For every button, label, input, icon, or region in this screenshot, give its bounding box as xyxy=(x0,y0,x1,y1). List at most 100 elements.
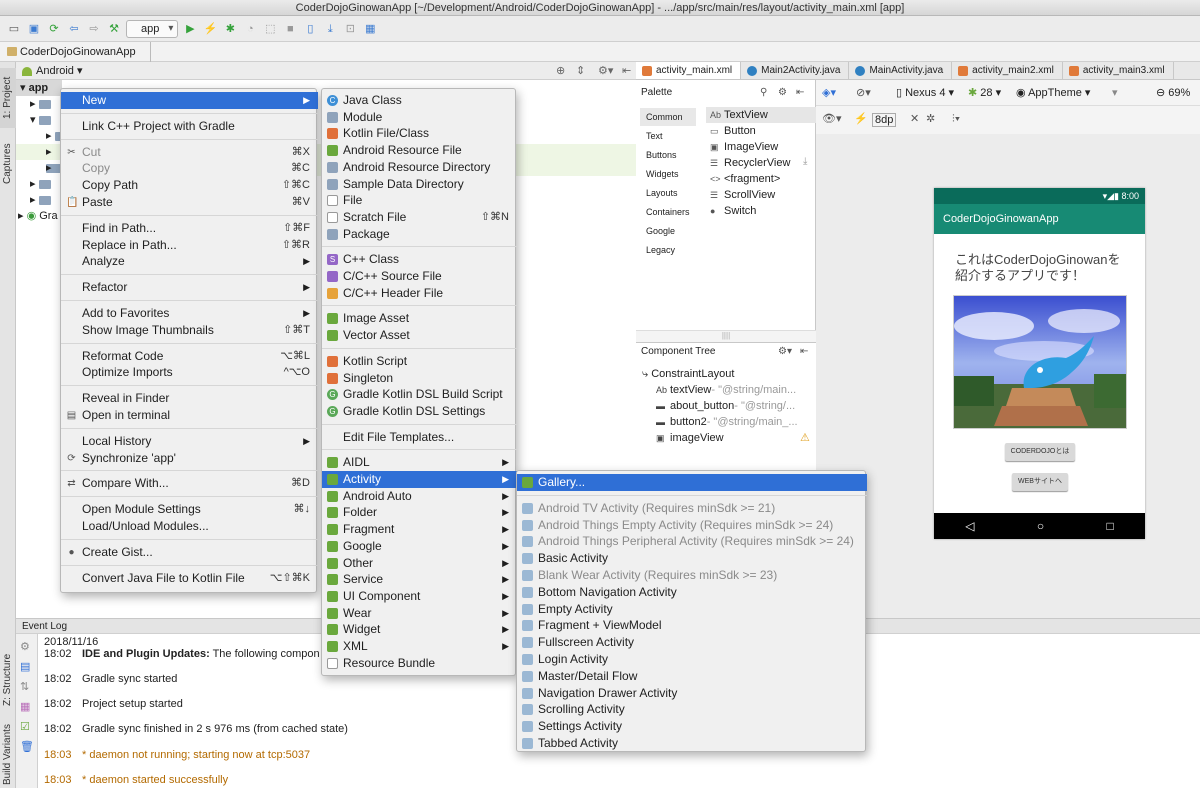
avd-manager-icon[interactable]: ▯ xyxy=(302,21,318,37)
api-select[interactable]: ✱ 28 ▾ xyxy=(968,80,1001,106)
menu-item-link-c-project-with-gradle[interactable]: Link C++ Project with Gradle xyxy=(61,118,318,135)
palette-item-button[interactable]: ▭ Button xyxy=(706,123,816,139)
tree-row[interactable]: ▾ xyxy=(16,112,51,128)
palette-item-recyclerview[interactable]: ☰ RecyclerView xyxy=(706,155,816,171)
tree-row[interactable]: ▸ xyxy=(16,160,67,176)
menu-item-master-detail-flow[interactable]: Master/Detail Flow xyxy=(517,668,867,685)
app-bar-title[interactable]: CoderDojoGinowanApp xyxy=(934,204,1145,234)
menu-item-c-class[interactable]: S C++ Class xyxy=(322,251,517,268)
menu-item-fragment[interactable]: Fragment ▶ xyxy=(322,521,517,538)
mark-read-icon[interactable]: ☑ xyxy=(20,720,30,733)
forward-icon[interactable]: ⇨ xyxy=(86,21,102,37)
menu-item-gradle-kotlin-dsl-build-script[interactable]: G Gradle Kotlin DSL Build Script xyxy=(322,386,517,403)
menu-item-google[interactable]: Google ▶ xyxy=(322,538,517,555)
breadcrumb-project[interactable]: CoderDojoGinowanApp xyxy=(4,42,151,62)
autoconnect-icon[interactable]: ⚡ xyxy=(854,106,868,132)
palette-category-widgets[interactable]: Widgets xyxy=(640,165,696,183)
menu-item-gradle-kotlin-dsl-settings[interactable]: G Gradle Kotlin DSL Settings xyxy=(322,403,517,420)
theme-select[interactable]: ◉ AppTheme ▾ xyxy=(1016,80,1090,106)
tree-item-imageview[interactable]: ▣ imageView xyxy=(656,430,724,446)
tree-item-button2[interactable]: ▬ button2- "@string/main_... xyxy=(656,414,798,430)
tree-row[interactable]: ▸ xyxy=(16,96,51,112)
preview-button-web[interactable]: WEBサイトへ xyxy=(1012,473,1068,491)
menu-item-paste[interactable]: 📋 Paste ⌘V xyxy=(61,194,318,211)
tab-mainactivity-java[interactable]: MainActivity.java xyxy=(849,62,953,79)
menu-item-create-gist[interactable]: ● Create Gist... xyxy=(61,544,318,561)
menu-item-load-unload-modules[interactable]: Load/Unload Modules... xyxy=(61,518,318,535)
menu-item-reveal-in-finder[interactable]: Reveal in Finder xyxy=(61,390,318,407)
menu-item-kotlin-script[interactable]: Kotlin Script xyxy=(322,353,517,370)
menu-item-fragment-viewmodel[interactable]: Fragment + ViewModel xyxy=(517,617,867,634)
menu-item-folder[interactable]: Folder ▶ xyxy=(322,504,517,521)
menu-item-android-resource-file[interactable]: Android Resource File xyxy=(322,142,517,159)
profile-icon[interactable]: ◔ xyxy=(242,21,258,37)
tab-main2activity-java[interactable]: Main2Activity.java xyxy=(741,62,850,79)
menu-item-wear[interactable]: Wear ▶ xyxy=(322,605,517,622)
menu-item-new[interactable]: New ▶ xyxy=(61,92,318,109)
save-icon[interactable]: ▣ xyxy=(26,21,42,37)
run-config-select[interactable]: app xyxy=(126,19,179,38)
menu-item-kotlin-file-class[interactable]: Kotlin File/Class xyxy=(322,125,517,142)
tree-row[interactable]: ▸ xyxy=(16,144,62,173)
sync-icon[interactable]: ⟳ xyxy=(46,21,62,37)
menu-item-local-history[interactable]: Local History ▶ xyxy=(61,433,318,450)
menu-item-module[interactable]: Module xyxy=(322,109,517,126)
menu-item-singleton[interactable]: Singleton xyxy=(322,370,517,387)
palette-item-scrollview[interactable]: ☰ ScrollView xyxy=(706,187,816,203)
locale-icon[interactable]: ▾ xyxy=(1112,80,1118,106)
menu-item-vector-asset[interactable]: Vector Asset xyxy=(322,327,517,344)
menu-item-service[interactable]: Service ▶ xyxy=(322,571,517,588)
menu-item-android-things-empty-activity-requires-minsdk-24[interactable]: Android Things Empty Activity (Requires … xyxy=(517,517,867,534)
menu-item-empty-activity[interactable]: Empty Activity xyxy=(517,601,867,618)
menu-item-other[interactable]: Other ▶ xyxy=(322,555,517,572)
menu-item-resource-bundle[interactable]: Resource Bundle xyxy=(322,655,517,672)
menu-item-open-in-terminal[interactable]: ▤ Open in terminal xyxy=(61,407,318,424)
menu-item-refactor[interactable]: Refactor ▶ xyxy=(61,279,318,296)
preview-textview[interactable]: これはCoderDojoGinowanを紹介するアプリです！ xyxy=(955,252,1125,284)
settings-icon[interactable]: ⚙ xyxy=(778,84,787,102)
menu-item-gallery[interactable]: Gallery... xyxy=(517,474,867,491)
menu-item-scrolling-activity[interactable]: Scrolling Activity xyxy=(517,701,867,718)
hide-icon[interactable]: ⇤ xyxy=(796,84,804,102)
menu-item-optimize-imports[interactable]: Optimize Imports ^⌥O xyxy=(61,364,318,381)
search-icon[interactable]: ⚲ xyxy=(760,84,767,102)
hide-icon[interactable]: ⇤ xyxy=(800,343,808,361)
palette-category-containers[interactable]: Containers xyxy=(640,203,696,221)
tree-item-constraintlayout[interactable]: ⤷ ConstraintLayout xyxy=(642,366,734,382)
menu-item-blank-wear-activity-requires-minsdk-23[interactable]: Blank Wear Activity (Requires minSdk >= … xyxy=(517,567,867,584)
zoom-out-button[interactable]: ⊖ 69% xyxy=(1156,80,1190,106)
view-options-icon[interactable]: 👁▾ xyxy=(822,106,842,132)
download-icon[interactable]: ⤓ xyxy=(803,156,807,167)
recents-nav-icon[interactable]: □ xyxy=(1107,519,1114,533)
filter-icon[interactable]: ▦ xyxy=(20,700,30,713)
settings-icon[interactable]: ⚙ xyxy=(20,640,30,653)
menu-item-basic-activity[interactable]: Basic Activity xyxy=(517,550,867,567)
tab-activity-main-xml[interactable]: activity_main.xml xyxy=(636,62,742,79)
build-variants-tool-tab[interactable]: Build Variants xyxy=(0,722,16,788)
structure-tool-tab[interactable]: Z: Structure xyxy=(0,650,16,710)
menu-item-package[interactable]: Package xyxy=(322,226,517,243)
menu-item-c-c-source-file[interactable]: C/C++ Source File xyxy=(322,268,517,285)
menu-item-synchronize-app[interactable]: ⟳ Synchronize 'app' xyxy=(61,450,318,467)
menu-item-android-resource-directory[interactable]: Android Resource Directory xyxy=(322,159,517,176)
palette-category-common[interactable]: Common xyxy=(640,108,696,126)
tree-item-about-button[interactable]: ▬ about_button- "@string/... xyxy=(656,398,795,414)
menu-item-navigation-drawer-activity[interactable]: Navigation Drawer Activity xyxy=(517,685,867,702)
menu-item-activity[interactable]: Activity ▶ xyxy=(322,471,517,488)
menu-item-open-module-settings[interactable]: Open Module Settings ⌘↓ xyxy=(61,501,318,518)
menu-item-c-c-header-file[interactable]: C/C++ Header File xyxy=(322,285,517,302)
clear-constraints-icon[interactable]: ✕ xyxy=(910,106,919,132)
debug-icon[interactable]: ✱ xyxy=(222,21,238,37)
menu-item-compare-with[interactable]: ⇄ Compare With... ⌘D xyxy=(61,475,318,492)
menu-item-java-class[interactable]: C Java Class xyxy=(322,92,517,109)
tree-row[interactable]: ▸ xyxy=(16,176,51,192)
palette-item-switch[interactable]: ● Switch xyxy=(706,203,816,219)
hide-icon[interactable]: ⇤ xyxy=(622,62,631,80)
palette-item-fragment[interactable]: <> <fragment> xyxy=(706,171,816,187)
palette-category-text[interactable]: Text xyxy=(640,127,696,145)
home-nav-icon[interactable]: ○ xyxy=(1037,519,1044,533)
palette-item-imageview[interactable]: ▣ ImageView xyxy=(706,139,816,155)
menu-item-android-auto[interactable]: Android Auto ▶ xyxy=(322,488,517,505)
menu-item-scratch-file[interactable]: Scratch File ⇧⌘N xyxy=(322,209,517,226)
align-icon[interactable]: ⫶▾ xyxy=(952,106,960,132)
